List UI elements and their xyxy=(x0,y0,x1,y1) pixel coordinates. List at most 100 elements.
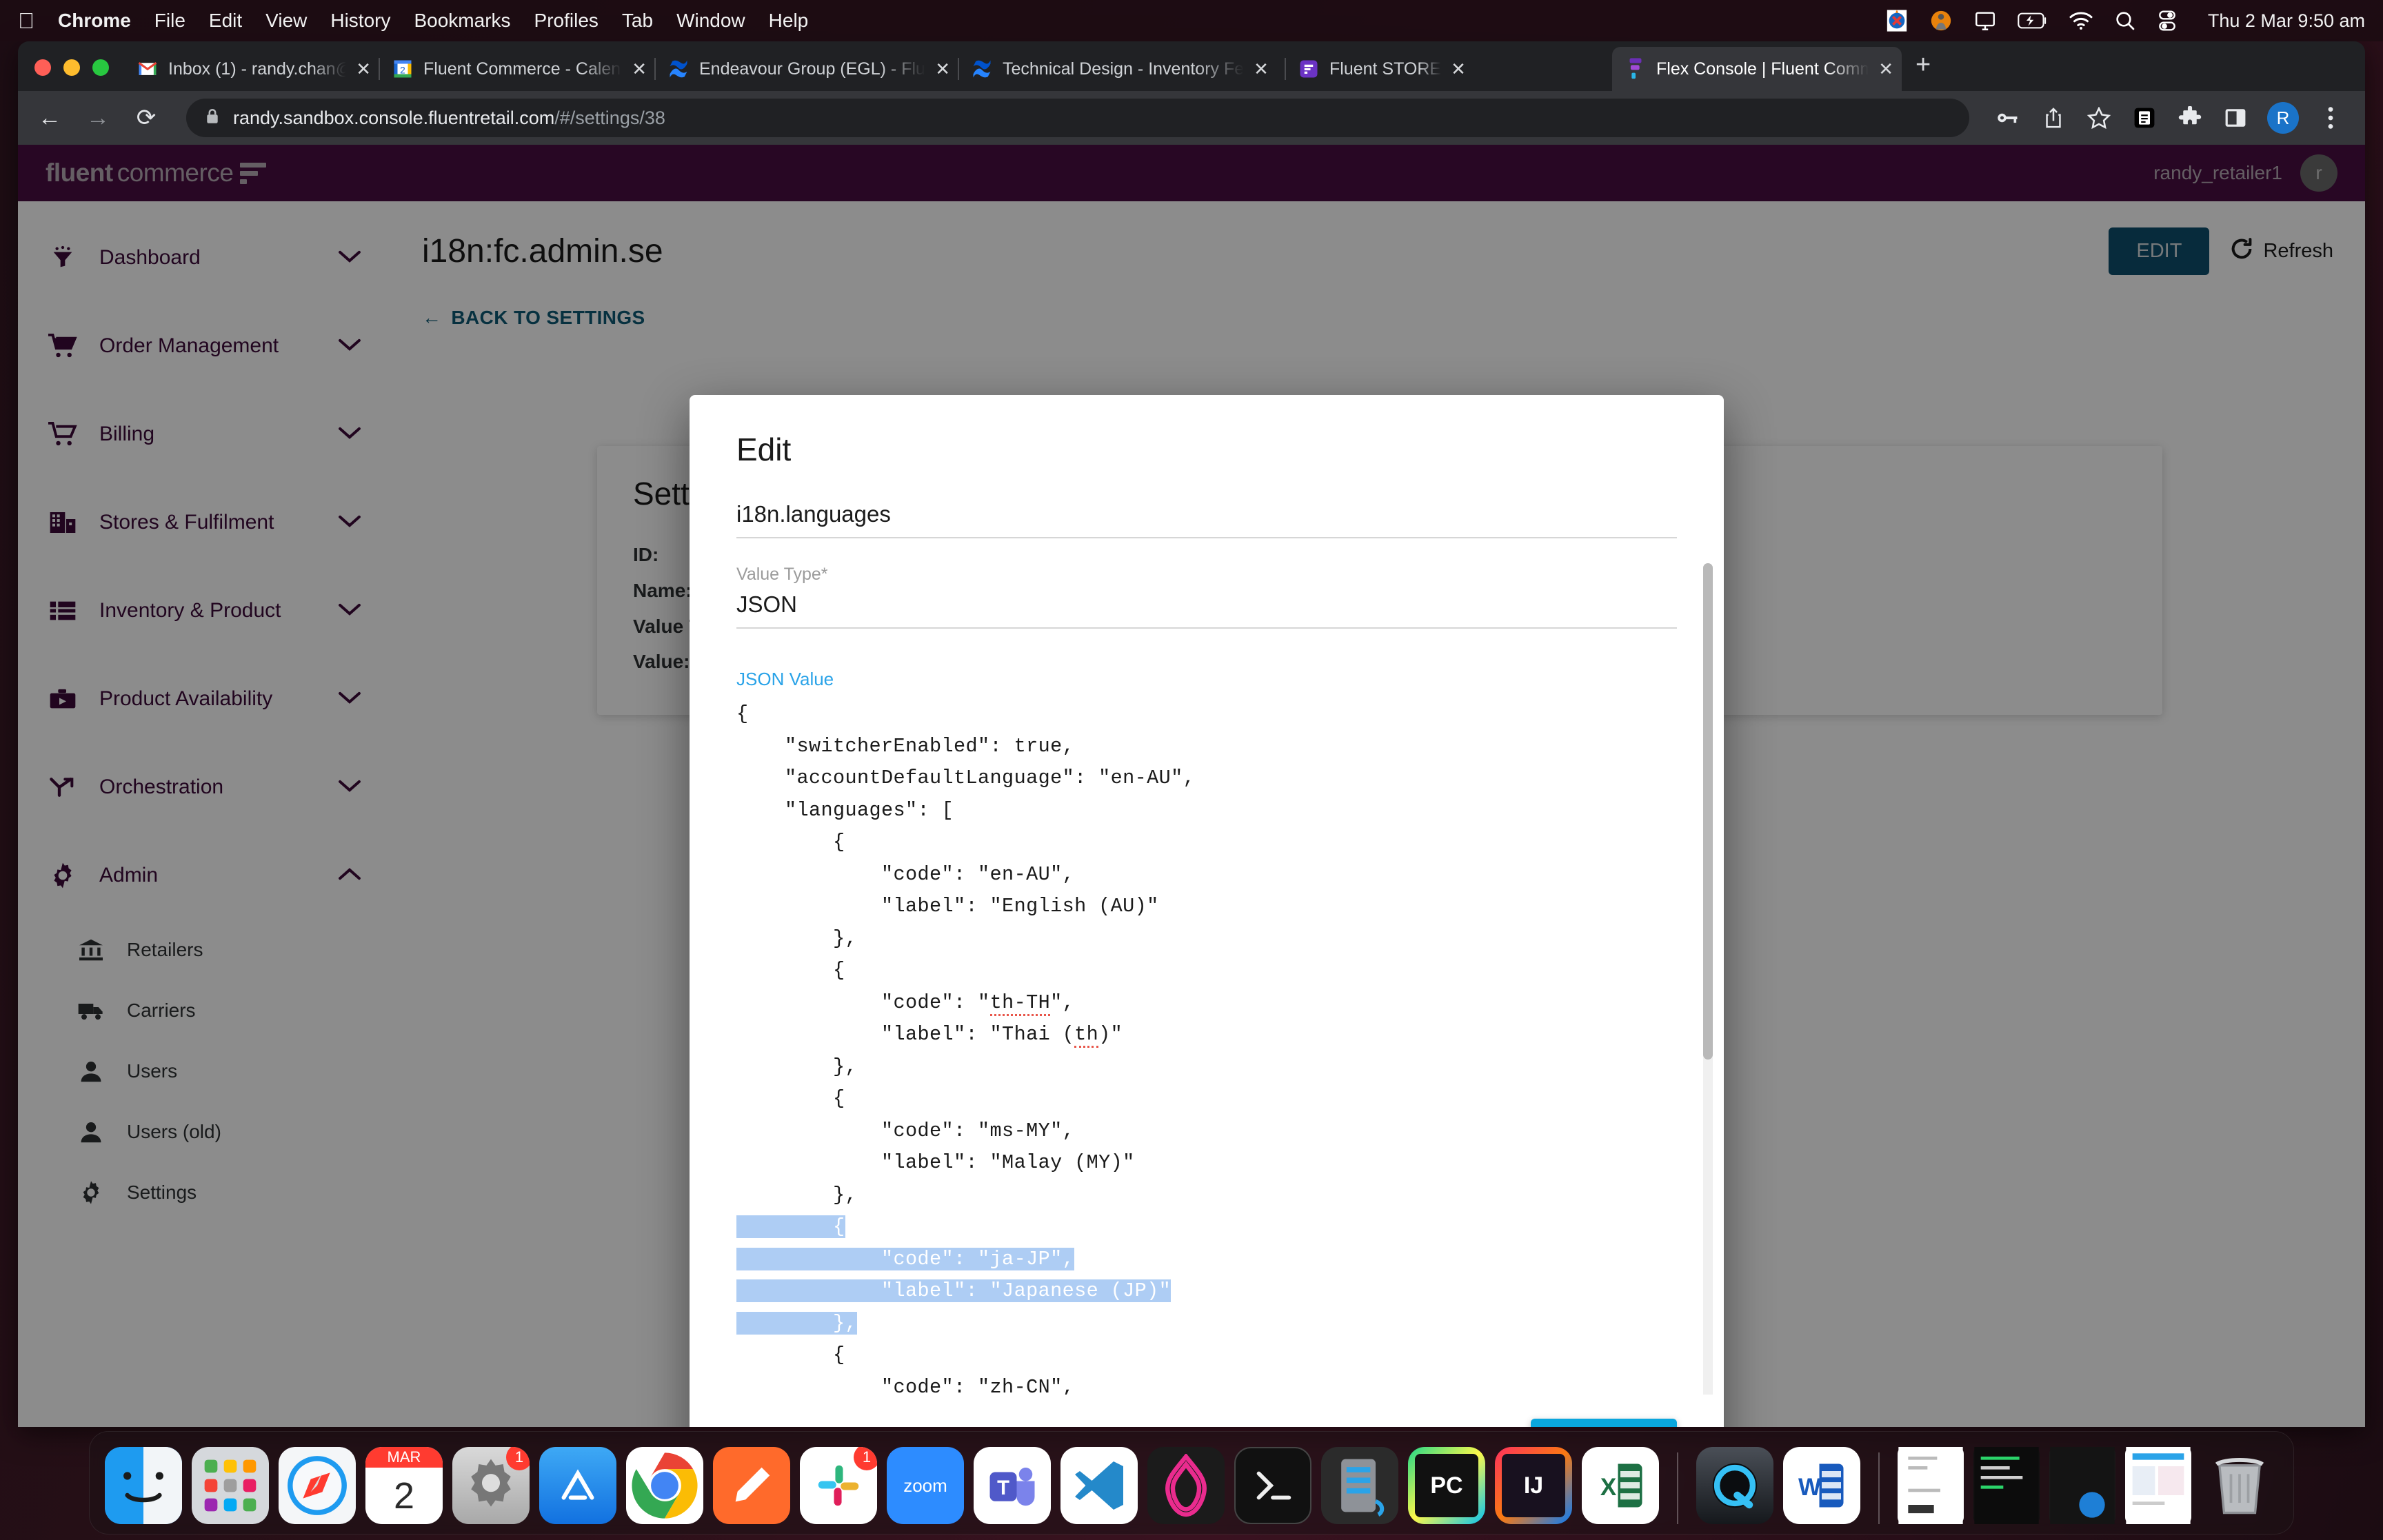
minimize-window-button[interactable] xyxy=(63,59,80,76)
app-store-icon[interactable] xyxy=(539,1447,616,1524)
back-button[interactable]: ← xyxy=(34,105,65,132)
menu-bar-tray: Thu 2 Mar 9:50 am xyxy=(1885,9,2365,32)
display-icon[interactable] xyxy=(1973,9,1997,32)
microsoft-word-icon[interactable]: W xyxy=(1783,1447,1860,1524)
submit-button[interactable]: SUBMIT xyxy=(1530,1418,1677,1427)
address-bar-url: randy.sandbox.console.fluentretail.com/#… xyxy=(233,108,665,129)
microsoft-teams-icon[interactable]: T xyxy=(974,1447,1051,1524)
tab-endeavour-group[interactable]: Endeavour Group (EGL) - Fluen ✕ xyxy=(654,47,958,91)
name-field-value: i18n.languages xyxy=(736,501,1677,538)
tab-inbox[interactable]: Inbox (1) - randy.chan@fluentc ✕ xyxy=(124,47,379,91)
dialog-scrollbar-thumb[interactable] xyxy=(1703,563,1713,1060)
spotlight-search-icon[interactable] xyxy=(2114,10,2136,32)
cancel-button[interactable]: CANCEL xyxy=(1379,1423,1496,1428)
json-editor-viewport: { "switcherEnabled": true, "accountDefau… xyxy=(736,698,1677,1395)
minimized-dark-window[interactable] xyxy=(2049,1447,2115,1524)
reading-list-icon[interactable] xyxy=(2131,104,2158,132)
control-center-icon[interactable] xyxy=(2157,10,2178,32)
url-path: /#/settings/38 xyxy=(554,107,665,128)
name-field[interactable]: i18n.languages xyxy=(736,475,1677,538)
close-window-button[interactable] xyxy=(34,59,51,76)
browser-actions: R xyxy=(1994,102,2349,134)
google-chrome-icon[interactable] xyxy=(626,1447,703,1524)
microsoft-excel-icon[interactable]: X xyxy=(1582,1447,1659,1524)
tab-close-button[interactable]: ✕ xyxy=(935,59,950,80)
menu-help[interactable]: Help xyxy=(769,10,809,32)
minimized-spreadsheet-window[interactable] xyxy=(2125,1447,2191,1524)
dialog-title: Edit xyxy=(736,432,792,467)
terminal-icon[interactable] xyxy=(1234,1447,1311,1524)
side-panel-icon[interactable] xyxy=(2222,104,2249,132)
tab-fluent-store[interactable]: Fluent STORE ✕ xyxy=(1285,47,1612,91)
tab-title: Fluent Commerce - Calendar - xyxy=(423,59,622,79)
finder-icon[interactable] xyxy=(105,1447,182,1524)
dock-running-indicators xyxy=(90,1527,2293,1532)
launchpad-icon[interactable] xyxy=(192,1447,269,1524)
menu-tab[interactable]: Tab xyxy=(622,10,653,32)
vs-code-icon[interactable] xyxy=(1060,1447,1138,1524)
forward-button[interactable]: → xyxy=(83,105,113,132)
zoom-icon[interactable]: zoom xyxy=(887,1447,964,1524)
share-icon[interactable] xyxy=(2040,104,2067,132)
tab-technical-design[interactable]: Technical Design - Inventory Fe ✕ xyxy=(958,47,1285,91)
tab-title: Endeavour Group (EGL) - Fluen xyxy=(699,59,926,79)
json-editor[interactable]: { "switcherEnabled": true, "accountDefau… xyxy=(736,698,1677,1395)
profile-avatar[interactable]: R xyxy=(2267,102,2299,134)
tab-close-button[interactable]: ✕ xyxy=(1878,59,1893,80)
bookmark-star-icon[interactable] xyxy=(2085,104,2113,132)
reload-button[interactable]: ⟳ xyxy=(131,104,161,132)
menu-view[interactable]: View xyxy=(265,10,307,32)
three-dot-menu-icon[interactable] xyxy=(2317,104,2344,132)
menu-file[interactable]: File xyxy=(154,10,185,32)
antivirus-icon[interactable] xyxy=(1885,9,1909,32)
confluence-icon xyxy=(667,58,690,80)
tab-close-button[interactable]: ✕ xyxy=(632,59,647,80)
password-key-icon[interactable] xyxy=(1994,104,2022,132)
menu-bookmarks[interactable]: Bookmarks xyxy=(414,10,510,32)
tab-close-button[interactable]: ✕ xyxy=(1451,59,1466,80)
apple-icon[interactable]:  xyxy=(18,10,34,32)
trash-icon[interactable] xyxy=(2201,1447,2278,1524)
address-bar[interactable]: randy.sandbox.console.fluentretail.com/#… xyxy=(186,99,1969,137)
quicktime-player-icon[interactable] xyxy=(1696,1447,1773,1524)
tab-title: Fluent STORE xyxy=(1329,59,1442,79)
safari-icon[interactable] xyxy=(279,1447,356,1524)
window-traffic-lights xyxy=(18,59,124,91)
pycharm-icon[interactable]: PC xyxy=(1408,1447,1485,1524)
intellij-idea-icon[interactable]: IJ xyxy=(1495,1447,1572,1524)
dialog-scrollbar[interactable] xyxy=(1703,563,1713,1395)
macos-dock: MAR 2 1 1 zoom T PC IJ X W xyxy=(89,1431,2294,1534)
pycharm-label: PC xyxy=(1415,1454,1478,1517)
minimized-document-window[interactable] xyxy=(1898,1447,1964,1524)
battery-charging-icon[interactable] xyxy=(2018,10,2048,31)
insomnia-icon[interactable] xyxy=(1147,1447,1225,1524)
tab-calendar[interactable]: 2 Fluent Commerce - Calendar - ✕ xyxy=(379,47,655,91)
gmail-icon xyxy=(137,58,159,80)
menu-chrome[interactable]: Chrome xyxy=(58,10,131,32)
notification-icon[interactable] xyxy=(1929,9,1953,32)
browser-toolbar: ← → ⟳ randy.sandbox.console.fluentretail… xyxy=(18,91,2365,145)
menu-window[interactable]: Window xyxy=(676,10,745,32)
extensions-puzzle-icon[interactable] xyxy=(2176,104,2204,132)
tab-flex-console[interactable]: Flex Console | Fluent Commerc ✕ xyxy=(1612,47,1902,91)
maximize-window-button[interactable] xyxy=(92,59,109,76)
tab-close-button[interactable]: ✕ xyxy=(1254,59,1269,80)
sublime-text-icon[interactable] xyxy=(713,1447,790,1524)
lock-icon xyxy=(204,107,221,130)
flex-console-icon xyxy=(1625,58,1647,80)
new-tab-button[interactable]: + xyxy=(1902,50,1947,91)
value-type-field[interactable]: Value Type* JSON xyxy=(736,538,1677,629)
calendar-icon[interactable]: MAR 2 xyxy=(365,1447,443,1524)
minimized-terminal-window[interactable] xyxy=(1973,1447,2040,1524)
menu-profiles[interactable]: Profiles xyxy=(534,10,599,32)
slack-icon[interactable]: 1 xyxy=(800,1447,877,1524)
wifi-icon[interactable] xyxy=(2069,10,2093,31)
menu-history[interactable]: History xyxy=(330,10,390,32)
json-misspelled-th: th xyxy=(1074,1023,1099,1048)
menu-bar-clock[interactable]: Thu 2 Mar 9:50 am xyxy=(2208,10,2365,32)
menu-edit[interactable]: Edit xyxy=(209,10,242,32)
server-icon[interactable] xyxy=(1321,1447,1398,1524)
system-settings-icon[interactable]: 1 xyxy=(452,1447,530,1524)
tab-close-button[interactable]: ✕ xyxy=(356,59,371,80)
dialog-footer: CANCEL SUBMIT xyxy=(690,1395,1724,1427)
